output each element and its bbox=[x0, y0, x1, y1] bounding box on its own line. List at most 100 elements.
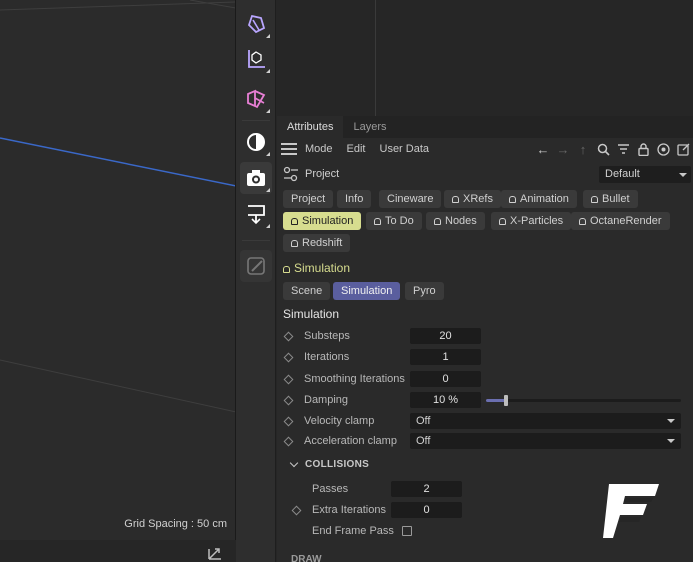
param-damping: Damping bbox=[283, 391, 349, 409]
extra-iterations-field[interactable]: 0 bbox=[391, 502, 462, 518]
chip-xrefs[interactable]: XRefs bbox=[444, 190, 501, 208]
iterations-field[interactable]: 1 bbox=[410, 349, 481, 365]
keyframe-diamond-icon[interactable] bbox=[283, 395, 294, 405]
chip-label: Simulation bbox=[302, 215, 354, 227]
chip-bullet[interactable]: Bullet bbox=[583, 190, 638, 208]
param-label: Smoothing Iterations bbox=[304, 373, 405, 385]
channel-logo-icon bbox=[603, 484, 659, 538]
chip-animation[interactable]: Animation bbox=[501, 190, 577, 208]
grid-spacing-label: Grid Spacing : 50 cm bbox=[124, 518, 227, 530]
menu-edit[interactable]: Edit bbox=[347, 143, 366, 155]
filter-icon[interactable] bbox=[613, 139, 633, 159]
velocity-clamp-dropdown[interactable]: Off bbox=[410, 413, 681, 429]
chip-label: Cineware bbox=[387, 193, 434, 205]
search-icon[interactable] bbox=[593, 139, 613, 159]
chip-label: Redshift bbox=[302, 237, 343, 249]
sculpt-icon bbox=[247, 257, 265, 275]
keyframe-diamond-icon[interactable] bbox=[291, 505, 302, 515]
menu-user-data[interactable]: User Data bbox=[380, 143, 430, 155]
damping-slider-handle[interactable] bbox=[503, 395, 508, 406]
param-label: Acceleration clamp bbox=[304, 435, 397, 447]
effector-tool[interactable] bbox=[240, 43, 272, 75]
keyframe-diamond-icon[interactable] bbox=[283, 352, 294, 362]
chip-label: Bullet bbox=[602, 193, 630, 205]
light-tool[interactable] bbox=[240, 126, 272, 158]
lock-icon bbox=[374, 218, 381, 225]
chip-redshift[interactable]: Redshift bbox=[283, 234, 351, 252]
param-velocity-clamp: Velocity clamp bbox=[283, 412, 374, 430]
lock-icon bbox=[291, 218, 298, 225]
tab-attributes[interactable]: Attributes bbox=[277, 116, 344, 138]
damping-field[interactable]: 10 % bbox=[410, 392, 481, 408]
substeps-field[interactable]: 20 bbox=[410, 328, 481, 344]
keyframe-diamond-icon[interactable] bbox=[283, 416, 294, 426]
chip-nodes[interactable]: Nodes bbox=[426, 212, 485, 230]
tool-corner-marker bbox=[266, 34, 270, 38]
deformer-icon bbox=[247, 14, 266, 34]
lock-icon bbox=[499, 218, 506, 225]
chip-info[interactable]: Info bbox=[337, 190, 372, 208]
param-passes: Passes bbox=[312, 480, 348, 498]
chip-todo[interactable]: To Do bbox=[366, 212, 422, 230]
camera-icon bbox=[247, 170, 265, 186]
new-window-icon[interactable] bbox=[673, 139, 693, 159]
acceleration-clamp-dropdown[interactable]: Off bbox=[410, 433, 681, 449]
deformer-tool[interactable] bbox=[240, 8, 272, 40]
param-iterations: Iterations bbox=[283, 348, 349, 366]
viewport-grid-lines bbox=[0, 0, 235, 413]
object-manager-area bbox=[277, 0, 693, 116]
tab-layers[interactable]: Layers bbox=[343, 116, 396, 138]
subtab-pyro[interactable]: Pyro bbox=[405, 282, 444, 300]
lock-icon bbox=[452, 196, 459, 203]
chevron-down-icon bbox=[667, 439, 675, 443]
keyframe-diamond-icon[interactable] bbox=[283, 436, 294, 446]
toolbar-divider bbox=[242, 240, 270, 241]
draw-group-header[interactable]: DRAW bbox=[291, 554, 322, 562]
lock-icon bbox=[434, 218, 441, 225]
up-arrow-icon[interactable]: ↑ bbox=[573, 139, 593, 159]
subtab-scene[interactable]: Scene bbox=[283, 282, 331, 300]
menu-mode[interactable]: Mode bbox=[305, 143, 333, 155]
project-row: Project Default bbox=[277, 163, 693, 185]
chip-x-particles[interactable]: X-Particles bbox=[491, 212, 572, 230]
smoothing-iterations-field[interactable]: 0 bbox=[410, 371, 481, 387]
lock-icon[interactable] bbox=[633, 139, 653, 159]
chip-project[interactable]: Project bbox=[283, 190, 334, 208]
toolbar-divider bbox=[242, 120, 270, 121]
keyframe-diamond-icon[interactable] bbox=[283, 374, 294, 384]
collisions-group-header[interactable]: COLLISIONS bbox=[289, 458, 370, 470]
spline-tool[interactable] bbox=[240, 83, 272, 115]
chip-cineware[interactable]: Cineware bbox=[379, 190, 442, 208]
chip-octanerender[interactable]: OctaneRender bbox=[571, 212, 670, 230]
chip-label: To Do bbox=[385, 215, 414, 227]
chevron-down-icon bbox=[679, 173, 687, 177]
target-icon[interactable] bbox=[653, 139, 673, 159]
sculpt-tool[interactable] bbox=[240, 250, 272, 282]
passes-field[interactable]: 2 bbox=[391, 481, 462, 497]
axis-gizmo-icon bbox=[208, 548, 221, 560]
chip-label: Nodes bbox=[445, 215, 477, 227]
damping-slider[interactable] bbox=[486, 395, 681, 406]
tool-corner-marker bbox=[266, 109, 270, 113]
keyframe-diamond-icon[interactable] bbox=[283, 331, 294, 341]
param-label: Damping bbox=[304, 394, 349, 406]
viewport[interactable]: Grid Spacing : 50 cm bbox=[0, 0, 236, 540]
spline-pen-icon bbox=[247, 89, 266, 109]
tag-tool[interactable] bbox=[240, 198, 272, 230]
preset-dropdown[interactable]: Default bbox=[599, 166, 691, 183]
param-label: End Frame Pass bbox=[312, 525, 394, 537]
forward-arrow-icon[interactable]: → bbox=[553, 139, 573, 159]
hamburger-menu-icon[interactable] bbox=[281, 143, 297, 155]
collisions-title: COLLISIONS bbox=[305, 459, 370, 470]
end-frame-pass-checkbox[interactable] bbox=[401, 526, 412, 536]
chip-label: Project bbox=[291, 193, 326, 205]
back-arrow-icon[interactable]: ← bbox=[533, 139, 553, 159]
menubar-icons: ← → ↑ bbox=[533, 138, 693, 160]
subtab-simulation[interactable]: Simulation bbox=[333, 282, 401, 300]
chip-simulation[interactable]: Simulation bbox=[283, 212, 362, 230]
lock-icon bbox=[579, 218, 586, 225]
camera-tool[interactable] bbox=[240, 162, 272, 194]
attributes-menubar: Mode Edit User Data ← → ↑ bbox=[277, 138, 693, 160]
param-smoothing-iterations: Smoothing Iterations bbox=[283, 370, 405, 388]
dropdown-value: Off bbox=[416, 415, 431, 427]
